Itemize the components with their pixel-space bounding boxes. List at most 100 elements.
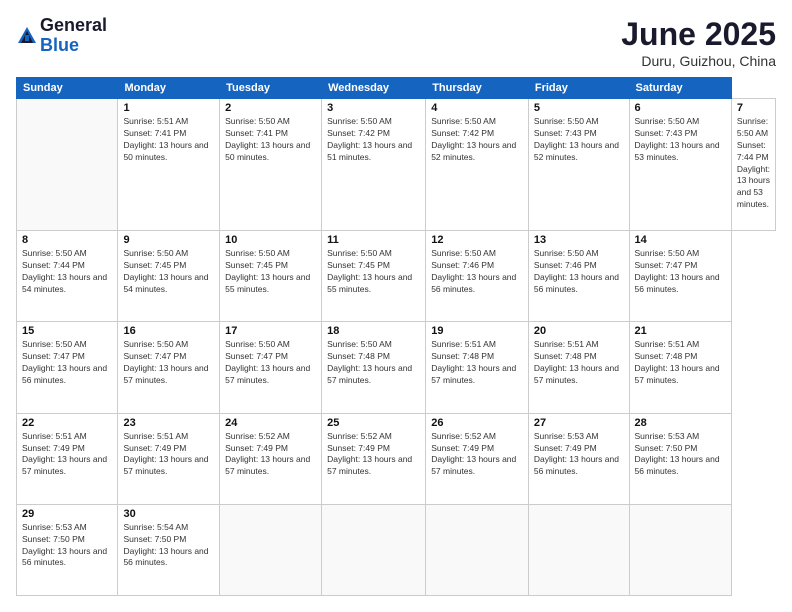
table-row <box>629 504 731 595</box>
day-info: Sunrise: 5:51 AM Sunset: 7:41 PM Dayligh… <box>123 116 214 164</box>
table-row: 8 Sunrise: 5:50 AM Sunset: 7:44 PM Daylig… <box>17 231 118 322</box>
calendar-week-row: 22 Sunrise: 5:51 AM Sunset: 7:49 PM Dayli… <box>17 413 776 504</box>
table-row: 23Sunrise: 5:51 AM Sunset: 7:49 PM Dayli… <box>118 413 220 504</box>
calendar-week-row: 1Sunrise: 5:51 AM Sunset: 7:41 PM Daylig… <box>17 99 776 231</box>
calendar-week-row: 15 Sunrise: 5:50 AM Sunset: 7:47 PM Dayli… <box>17 322 776 413</box>
day-number: 19 <box>431 325 523 337</box>
day-info: Sunrise: 5:51 AM Sunset: 7:48 PM Dayligh… <box>635 339 726 387</box>
day-info: Sunrise: 5:51 AM Sunset: 7:49 PM Dayligh… <box>22 431 112 479</box>
title-location: Duru, Guizhou, China <box>621 53 776 69</box>
day-number: 6 <box>635 102 726 114</box>
day-number: 20 <box>534 325 624 337</box>
day-number: 27 <box>534 417 624 429</box>
table-row: 26Sunrise: 5:52 AM Sunset: 7:49 PM Dayli… <box>426 413 529 504</box>
table-row: 15 Sunrise: 5:50 AM Sunset: 7:47 PM Dayli… <box>17 322 118 413</box>
day-info: Sunrise: 5:50 AM Sunset: 7:45 PM Dayligh… <box>225 248 316 296</box>
table-row: 27 Sunrise: 5:53 AM Sunset: 7:49 PM Dayli… <box>528 413 629 504</box>
day-info: Sunrise: 5:53 AM Sunset: 7:49 PM Dayligh… <box>534 431 624 479</box>
day-info: Sunrise: 5:50 AM Sunset: 7:42 PM Dayligh… <box>327 116 420 164</box>
day-number: 13 <box>534 234 624 246</box>
day-number: 15 <box>22 325 112 337</box>
day-info: Sunrise: 5:50 AM Sunset: 7:42 PM Dayligh… <box>431 116 523 164</box>
day-number: 4 <box>431 102 523 114</box>
title-month: June 2025 <box>621 16 776 53</box>
day-number: 5 <box>534 102 624 114</box>
calendar-week-row: 29Sunrise: 5:53 AM Sunset: 7:50 PM Dayli… <box>17 504 776 595</box>
col-saturday: Saturday <box>629 78 731 99</box>
day-info: Sunrise: 5:53 AM Sunset: 7:50 PM Dayligh… <box>22 522 112 570</box>
table-row: 7Sunrise: 5:50 AM Sunset: 7:44 PM Daylig… <box>731 99 775 231</box>
table-row: 24 Sunrise: 5:52 AM Sunset: 7:49 PM Dayli… <box>220 413 322 504</box>
day-number: 16 <box>123 325 214 337</box>
day-info: Sunrise: 5:52 AM Sunset: 7:49 PM Dayligh… <box>225 431 316 479</box>
table-row: 19Sunrise: 5:51 AM Sunset: 7:48 PM Dayli… <box>426 322 529 413</box>
day-info: Sunrise: 5:50 AM Sunset: 7:48 PM Dayligh… <box>327 339 420 387</box>
day-number: 2 <box>225 102 316 114</box>
calendar-week-row: 8 Sunrise: 5:50 AM Sunset: 7:44 PM Daylig… <box>17 231 776 322</box>
table-row: 17Sunrise: 5:50 AM Sunset: 7:47 PM Dayli… <box>220 322 322 413</box>
day-info: Sunrise: 5:50 AM Sunset: 7:47 PM Dayligh… <box>635 248 726 296</box>
table-row: 5 Sunrise: 5:50 AM Sunset: 7:43 PM Daylig… <box>528 99 629 231</box>
table-row: 11 Sunrise: 5:50 AM Sunset: 7:45 PM Dayli… <box>322 231 426 322</box>
table-row: 14Sunrise: 5:50 AM Sunset: 7:47 PM Dayli… <box>629 231 731 322</box>
calendar-table: Sunday Monday Tuesday Wednesday Thursday… <box>16 77 776 596</box>
table-row <box>17 99 118 231</box>
logo-blue: Blue <box>40 35 79 55</box>
day-info: Sunrise: 5:50 AM Sunset: 7:45 PM Dayligh… <box>327 248 420 296</box>
day-number: 28 <box>635 417 726 429</box>
day-info: Sunrise: 5:50 AM Sunset: 7:46 PM Dayligh… <box>431 248 523 296</box>
col-sunday: Sunday <box>17 78 118 99</box>
table-row <box>528 504 629 595</box>
table-row: 3 Sunrise: 5:50 AM Sunset: 7:42 PM Daylig… <box>322 99 426 231</box>
day-number: 25 <box>327 417 420 429</box>
table-row: 13 Sunrise: 5:50 AM Sunset: 7:46 PM Dayli… <box>528 231 629 322</box>
calendar-header-row: Sunday Monday Tuesday Wednesday Thursday… <box>17 78 776 99</box>
day-number: 24 <box>225 417 316 429</box>
day-info: Sunrise: 5:50 AM Sunset: 7:44 PM Dayligh… <box>22 248 112 296</box>
col-thursday: Thursday <box>426 78 529 99</box>
day-number: 23 <box>123 417 214 429</box>
day-info: Sunrise: 5:50 AM Sunset: 7:43 PM Dayligh… <box>534 116 624 164</box>
logo: General Blue <box>16 16 107 56</box>
day-info: Sunrise: 5:50 AM Sunset: 7:44 PM Dayligh… <box>737 116 770 211</box>
day-number: 12 <box>431 234 523 246</box>
table-row: 29Sunrise: 5:53 AM Sunset: 7:50 PM Dayli… <box>17 504 118 595</box>
header: General Blue June 2025 Duru, Guizhou, Ch… <box>16 16 776 69</box>
day-number: 17 <box>225 325 316 337</box>
day-info: Sunrise: 5:51 AM Sunset: 7:48 PM Dayligh… <box>534 339 624 387</box>
day-number: 3 <box>327 102 420 114</box>
col-monday: Monday <box>118 78 220 99</box>
table-row: 22 Sunrise: 5:51 AM Sunset: 7:49 PM Dayli… <box>17 413 118 504</box>
table-row: 1Sunrise: 5:51 AM Sunset: 7:41 PM Daylig… <box>118 99 220 231</box>
day-info: Sunrise: 5:50 AM Sunset: 7:45 PM Dayligh… <box>123 248 214 296</box>
logo-general: General <box>40 15 107 35</box>
table-row: 9 Sunrise: 5:50 AM Sunset: 7:45 PM Daylig… <box>118 231 220 322</box>
day-info: Sunrise: 5:50 AM Sunset: 7:47 PM Dayligh… <box>22 339 112 387</box>
table-row: 16Sunrise: 5:50 AM Sunset: 7:47 PM Dayli… <box>118 322 220 413</box>
table-row: 18 Sunrise: 5:50 AM Sunset: 7:48 PM Dayli… <box>322 322 426 413</box>
table-row: 6Sunrise: 5:50 AM Sunset: 7:43 PM Daylig… <box>629 99 731 231</box>
day-number: 26 <box>431 417 523 429</box>
title-block: June 2025 Duru, Guizhou, China <box>621 16 776 69</box>
table-row: 12 Sunrise: 5:50 AM Sunset: 7:46 PM Dayli… <box>426 231 529 322</box>
col-friday: Friday <box>528 78 629 99</box>
table-row: 20 Sunrise: 5:51 AM Sunset: 7:48 PM Dayli… <box>528 322 629 413</box>
col-wednesday: Wednesday <box>322 78 426 99</box>
day-info: Sunrise: 5:50 AM Sunset: 7:46 PM Dayligh… <box>534 248 624 296</box>
table-row: 4 Sunrise: 5:50 AM Sunset: 7:42 PM Daylig… <box>426 99 529 231</box>
day-number: 21 <box>635 325 726 337</box>
col-tuesday: Tuesday <box>220 78 322 99</box>
day-number: 18 <box>327 325 420 337</box>
table-row: 30Sunrise: 5:54 AM Sunset: 7:50 PM Dayli… <box>118 504 220 595</box>
day-number: 22 <box>22 417 112 429</box>
day-number: 10 <box>225 234 316 246</box>
day-info: Sunrise: 5:50 AM Sunset: 7:41 PM Dayligh… <box>225 116 316 164</box>
table-row: 28Sunrise: 5:53 AM Sunset: 7:50 PM Dayli… <box>629 413 731 504</box>
table-row <box>322 504 426 595</box>
day-number: 9 <box>123 234 214 246</box>
page: General Blue June 2025 Duru, Guizhou, Ch… <box>0 0 792 612</box>
table-row: 21 Sunrise: 5:51 AM Sunset: 7:48 PM Dayli… <box>629 322 731 413</box>
day-number: 11 <box>327 234 420 246</box>
table-row: 10 Sunrise: 5:50 AM Sunset: 7:45 PM Dayli… <box>220 231 322 322</box>
day-number: 8 <box>22 234 112 246</box>
